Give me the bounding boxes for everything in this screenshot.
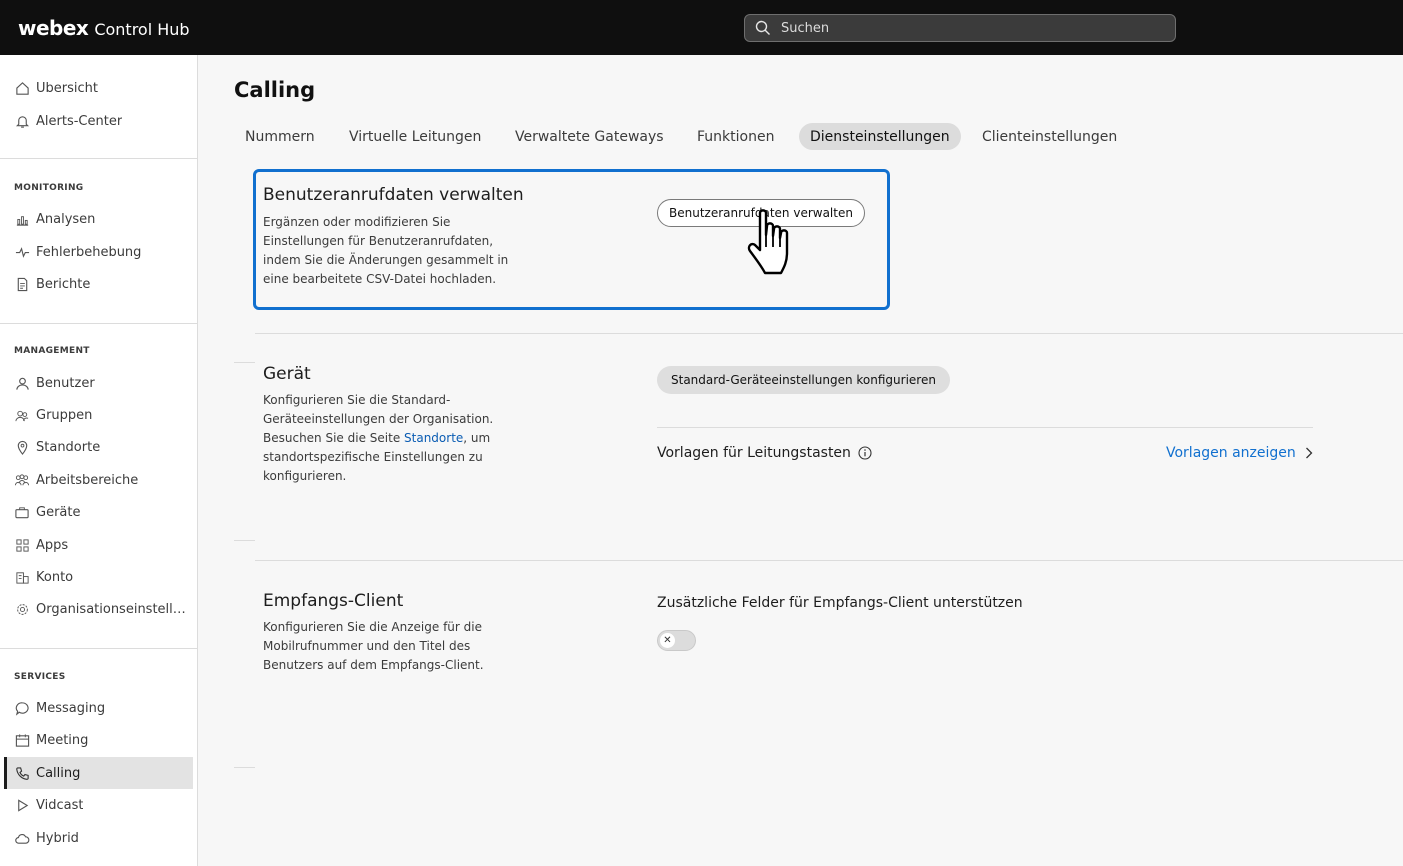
section-marker [234,362,255,363]
line-key-templates-label: Vorlagen für Leitungstasten [657,445,872,461]
sidebar-item-organization-settings[interactable]: Organisationseinstellungen [4,593,193,625]
user-call-data-description: Ergänzen oder modifizieren Sie Einstellu… [263,215,509,286]
reception-client-description: Konfigurieren Sie die Anzeige für die Mo… [263,620,484,672]
sidebar-item-reports[interactable]: Berichte [4,268,193,300]
sidebar: Übersicht Alerts-Center MONITORING Analy… [0,55,198,866]
tab-numbers[interactable]: Nummern [234,123,326,150]
tab-service-settings[interactable]: Diensteinstellungen [799,123,961,150]
sidebar-item-troubleshooting[interactable]: Fehlerbehebung [4,236,193,268]
tab-client-settings[interactable]: Clienteinstellungen [971,123,1128,150]
report-icon [14,276,30,292]
sidebar-item-meeting[interactable]: Meeting [4,724,193,756]
sidebar-item-devices[interactable]: Geräte [4,496,193,528]
sidebar-item-hybrid[interactable]: Hybrid [4,822,193,854]
tab-virtual-lines[interactable]: Virtuelle Leitungen [338,123,492,150]
sidebar-item-account[interactable]: Konto [4,561,193,593]
section-divider [255,333,1403,334]
section-divider [255,560,1403,561]
sidebar-item-users[interactable]: Benutzer [4,367,193,399]
section-marker [234,767,255,768]
configure-default-device-settings-button[interactable]: Standard-Geräteeinstellungen konfigurier… [657,366,950,394]
section-label-monitoring: MONITORING [14,183,84,193]
account-icon [14,569,30,585]
sidebar-item-workspaces[interactable]: Arbeitsbereiche [4,464,193,496]
section-label-services: SERVICES [14,672,66,682]
reception-client-toggle-label: Zusätzliche Felder für Empfangs-Client u… [657,595,1023,611]
reception-client-fields-toggle[interactable]: ✕ [657,630,696,651]
chevron-right-icon [1305,447,1313,459]
group-icon [14,407,30,423]
row-divider [657,427,1313,428]
bell-icon [14,113,30,129]
user-call-data-title: Benutzeranrufdaten verwalten [263,185,524,205]
sidebar-item-calling[interactable]: Calling [4,757,193,789]
sidebar-divider [0,158,197,159]
search-input[interactable] [781,20,1161,36]
home-icon [14,80,30,96]
cloud-icon [14,830,30,846]
search-icon [755,20,770,35]
device-description: Konfigurieren Sie die Standard-Geräteein… [263,393,494,483]
calendar-icon [14,732,30,748]
pulse-icon [14,244,30,260]
workspace-icon [14,472,30,488]
phone-icon [14,765,30,781]
section-marker [234,540,255,541]
sidebar-item-apps[interactable]: Apps [4,529,193,561]
view-templates-link[interactable]: Vorlagen anzeigen [1166,445,1313,461]
sidebar-divider [0,648,197,649]
info-icon[interactable] [858,446,872,460]
sidebar-item-analytics[interactable]: Analysen [4,203,193,235]
sidebar-item-vidcast[interactable]: Vidcast [4,789,193,821]
top-bar: webex Control Hub [0,0,1403,55]
tab-features[interactable]: Funktionen [686,123,785,150]
analytics-icon [14,211,30,227]
gear-icon [14,601,30,617]
reception-client-title: Empfangs-Client [263,591,404,611]
close-icon: ✕ [660,633,675,648]
sidebar-item-messaging[interactable]: Messaging [4,692,193,724]
brand[interactable]: webex Control Hub [18,16,190,40]
tab-managed-gateways[interactable]: Verwaltete Gateways [504,123,675,150]
locations-link[interactable]: Standorte [404,431,463,445]
sidebar-item-alerts-center[interactable]: Alerts-Center [4,105,193,137]
apps-icon [14,537,30,553]
user-icon [14,375,30,391]
device-icon [14,504,30,520]
page-title: Calling [234,78,316,102]
sidebar-item-locations[interactable]: Standorte [4,431,193,463]
play-icon [14,797,30,813]
sidebar-item-groups[interactable]: Gruppen [4,399,193,431]
manage-user-call-data-button[interactable]: Benutzeranrufdaten verwalten [657,199,865,227]
sidebar-item-overview[interactable]: Übersicht [4,72,193,104]
search-box[interactable] [744,14,1176,42]
product-name: Control Hub [94,20,190,39]
location-icon [14,439,30,455]
chat-icon [14,700,30,716]
webex-logo: webex [18,16,89,40]
device-title: Gerät [263,364,311,384]
sidebar-divider [0,323,197,324]
section-label-management: MANAGEMENT [14,346,90,356]
